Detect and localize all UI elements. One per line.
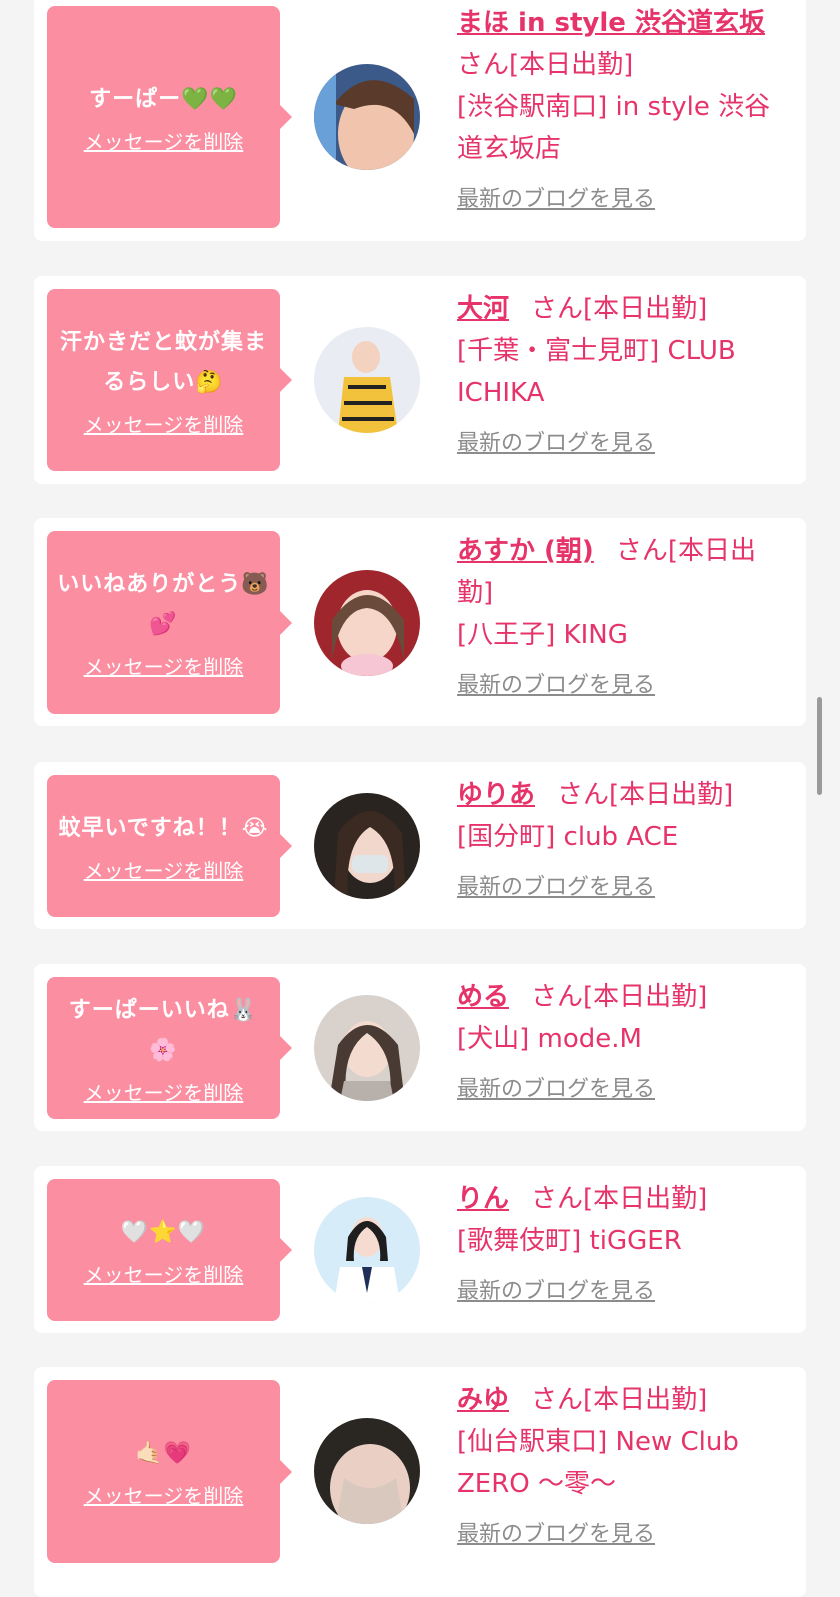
latest-blog-link[interactable]: 最新のブログを見る: [457, 180, 655, 220]
work-status: さん[本日出勤]: [531, 1184, 708, 1214]
latest-blog-link[interactable]: 最新のブログを見る: [457, 424, 655, 464]
message-bubble: すーぱー💚💚 メッセージを削除: [47, 6, 292, 228]
latest-blog-link[interactable]: 最新のブログを見る: [457, 1515, 655, 1555]
shop-info: [国分町] club ACE: [457, 822, 679, 852]
avatar-photo: [314, 1418, 420, 1524]
delete-message-link[interactable]: メッセージを削除: [84, 651, 244, 680]
list-item: すーぱーいいね🐰🌸 メッセージを削除 める さん[本日出勤] [犬山] mode.…: [34, 964, 806, 1131]
message-bubble: いいねありがとう🐻💕 メッセージを削除: [47, 531, 292, 714]
avatar[interactable]: [314, 793, 420, 899]
avatar[interactable]: [314, 1418, 420, 1524]
shop-info: [仙台駅東口] New Club ZERO 〜零〜: [457, 1427, 739, 1499]
latest-blog-link[interactable]: 最新のブログを見る: [457, 1272, 655, 1312]
latest-blog-link[interactable]: 最新のブログを見る: [457, 868, 655, 908]
message-bubble: 🤙🏻💗 メッセージを削除: [47, 1380, 292, 1563]
cast-line: める さん[本日出勤]: [457, 976, 792, 1018]
message-text: 🤍⭐🤍: [120, 1219, 207, 1245]
shop-info: [犬山] mode.M: [457, 1024, 642, 1054]
work-status: さん[本日出勤]: [457, 50, 634, 80]
cast-line: りん さん[本日出勤]: [457, 1178, 792, 1220]
delete-message-link[interactable]: メッセージを削除: [84, 1480, 244, 1509]
cast-info: める さん[本日出勤] [犬山] mode.M 最新のブログを見る: [457, 976, 792, 1110]
message-text: すーぱーいいね🐰🌸: [68, 997, 259, 1063]
avatar-photo: [314, 995, 420, 1101]
message-bubble: 🤍⭐🤍 メッセージを削除: [47, 1179, 292, 1321]
list-item: 汗かきだと蚊が集まるらしい🤔 メッセージを削除 大河 さん[本日出勤] [千葉・富…: [34, 276, 806, 484]
avatar-photo: [314, 570, 420, 676]
cast-info: りん さん[本日出勤] [歌舞伎町] tiGGER 最新のブログを見る: [457, 1178, 792, 1312]
cast-name-link[interactable]: あすか (朝): [457, 536, 594, 566]
delete-message-link[interactable]: メッセージを削除: [84, 855, 244, 884]
avatar-photo: [314, 1197, 420, 1303]
cast-info: まほ in style 渋谷道玄坂さん[本日出勤] [渋谷駅南口] in sty…: [457, 2, 792, 220]
delete-message-link[interactable]: メッセージを削除: [84, 126, 244, 155]
cast-info: 大河 さん[本日出勤] [千葉・富士見町] CLUB ICHIKA 最新のブログを…: [457, 288, 792, 464]
cast-info: あすか (朝) さん[本日出勤] [八王子] KING 最新のブログを見る: [457, 530, 792, 706]
message-bubble: 蚊早いですね！！😭 メッセージを削除: [47, 775, 292, 917]
list-item: 🤍⭐🤍 メッセージを削除 りん さん[本日出勤] [歌舞伎町] tiGGER 最新…: [34, 1166, 806, 1333]
delete-message-link[interactable]: メッセージを削除: [84, 1077, 244, 1106]
message-text: すーぱー💚💚: [89, 86, 238, 112]
list-item: 蚊早いですね！！😭 メッセージを削除 ゆりあ さん[本日出勤] [国分町] clu…: [34, 762, 806, 929]
cast-name-link[interactable]: 大河: [457, 294, 509, 324]
shop-info: [千葉・富士見町] CLUB ICHIKA: [457, 336, 736, 408]
latest-blog-link[interactable]: 最新のブログを見る: [457, 666, 655, 706]
cast-name-link[interactable]: みゆ: [457, 1385, 509, 1415]
cast-info: ゆりあ さん[本日出勤] [国分町] club ACE 最新のブログを見る: [457, 774, 792, 908]
message-text: 蚊早いですね！！😭: [58, 815, 269, 841]
shop-info: [八王子] KING: [457, 620, 628, 650]
avatar[interactable]: [314, 570, 420, 676]
work-status: さん[本日出勤]: [531, 1385, 708, 1415]
scrollbar[interactable]: [817, 697, 822, 795]
work-status: さん[本日出勤]: [531, 294, 708, 324]
shop-info: [渋谷駅南口] in style 渋谷道玄坂店: [457, 92, 771, 164]
cast-line: ゆりあ さん[本日出勤]: [457, 774, 792, 816]
delete-message-link[interactable]: メッセージを削除: [84, 1259, 244, 1288]
cast-line: みゆ さん[本日出勤]: [457, 1379, 792, 1421]
cast-name-link[interactable]: まほ in style 渋谷道玄坂: [457, 8, 765, 38]
work-status: さん[本日出勤]: [557, 780, 734, 810]
message-text: 汗かきだと蚊が集まるらしい🤔: [59, 329, 267, 395]
list-item: いいねありがとう🐻💕 メッセージを削除 あすか (朝) さん[本日出勤] [八王子…: [34, 518, 806, 726]
message-text: 🤙🏻💗: [135, 1441, 192, 1466]
work-status: さん[本日出勤]: [531, 982, 708, 1012]
cast-name-link[interactable]: ゆりあ: [457, 780, 535, 810]
message-bubble: 汗かきだと蚊が集まるらしい🤔 メッセージを削除: [47, 289, 292, 471]
cast-line: 大河 さん[本日出勤]: [457, 288, 792, 330]
cast-line: まほ in style 渋谷道玄坂さん[本日出勤]: [457, 2, 792, 86]
latest-blog-link[interactable]: 最新のブログを見る: [457, 1070, 655, 1110]
avatar[interactable]: [314, 64, 420, 170]
message-bubble: すーぱーいいね🐰🌸 メッセージを削除: [47, 977, 292, 1119]
avatar[interactable]: [314, 327, 420, 433]
cast-info: みゆ さん[本日出勤] [仙台駅東口] New Club ZERO 〜零〜 最新の…: [457, 1379, 792, 1555]
avatar-photo: [314, 793, 420, 899]
avatar-photo: [314, 64, 420, 170]
cast-name-link[interactable]: める: [457, 982, 509, 1012]
avatar[interactable]: [314, 995, 420, 1101]
message-text: いいねありがとう🐻💕: [57, 572, 270, 637]
avatar[interactable]: [314, 1197, 420, 1303]
shop-info: [歌舞伎町] tiGGER: [457, 1226, 682, 1256]
list-item: 🤙🏻💗 メッセージを削除 みゆ さん[本日出勤] [仙台駅東口] New Club…: [34, 1367, 806, 1597]
delete-message-link[interactable]: メッセージを削除: [84, 409, 244, 438]
cast-name-link[interactable]: りん: [457, 1184, 509, 1214]
avatar-photo: [314, 327, 420, 433]
cast-line: あすか (朝) さん[本日出勤]: [457, 530, 792, 614]
list-item: すーぱー💚💚 メッセージを削除 まほ in style 渋谷道玄坂さん[本日出勤…: [34, 0, 806, 241]
